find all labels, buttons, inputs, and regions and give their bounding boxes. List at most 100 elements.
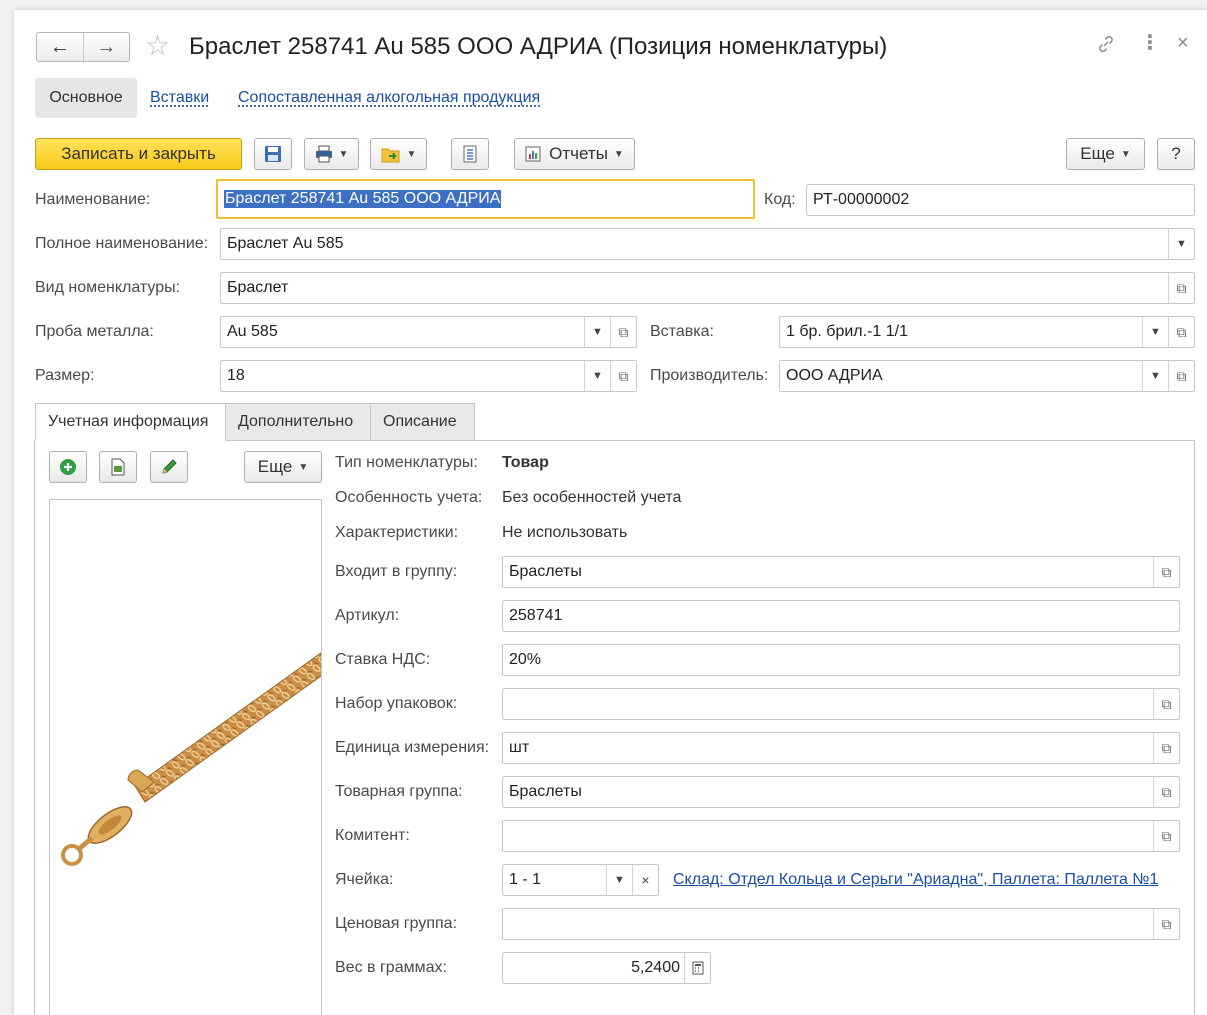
open-icon[interactable]: ⧉ (1168, 317, 1194, 347)
link-icon[interactable] (1096, 34, 1116, 60)
group-label: Входит в группу: (335, 563, 458, 580)
reports-label: Отчеты (549, 144, 608, 163)
close-icon[interactable]: × (1177, 32, 1189, 55)
accounting-value: Без особенностей учета (502, 489, 682, 506)
open-icon[interactable]: ⧉ (1153, 821, 1179, 851)
maker-value: ООО АДРИА (786, 367, 883, 384)
insert-field[interactable]: 1 бр. брил.-1 1/1 ▼ ⧉ (779, 316, 1195, 348)
name-value: Браслет 258741 Au 585 ООО АДРИА (224, 190, 502, 208)
window-title: Браслет 258741 Au 585 ООО АДРИА (Позиция… (189, 33, 888, 60)
dropdown-icon[interactable]: ▼ (1142, 317, 1168, 347)
open-icon[interactable]: ⧉ (1153, 557, 1179, 587)
size-field[interactable]: 18 ▼ ⧉ (220, 360, 637, 392)
create-based-on-button[interactable]: ▼ (370, 138, 427, 170)
clear-icon[interactable]: × (632, 865, 658, 895)
tab-additional[interactable]: Дополнительно (225, 403, 371, 441)
dropdown-icon[interactable]: ▼ (1142, 361, 1168, 391)
packs-field[interactable]: ⧉ (502, 688, 1180, 720)
dropdown-icon[interactable]: ▼ (584, 361, 610, 391)
forward-button[interactable]: → (84, 33, 130, 61)
edit-image-button[interactable] (150, 451, 188, 483)
cell-field[interactable]: 1 - 1 ▼ × (502, 864, 659, 896)
article-value: 258741 (509, 607, 563, 624)
goods-group-value: Браслеты (509, 783, 582, 800)
report-icon (525, 146, 541, 162)
name-field[interactable]: Браслет 258741 Au 585 ООО АДРИА (216, 179, 755, 219)
group-field[interactable]: Браслеты ⧉ (502, 556, 1180, 588)
item-form-window: ← → ☆ Браслет 258741 Au 585 ООО АДРИА (П… (14, 10, 1207, 1015)
section-alcohol[interactable]: Сопоставленная алкогольная продукция (238, 78, 540, 118)
pencil-icon (162, 459, 177, 474)
add-icon (60, 459, 76, 475)
group-value: Браслеты (509, 563, 582, 580)
tab-accounting-info[interactable]: Учетная информация (35, 403, 226, 441)
probe-label: Проба металла: (35, 323, 154, 340)
goods-group-field[interactable]: Браслеты ⧉ (502, 776, 1180, 808)
open-icon[interactable]: ⧉ (1153, 777, 1179, 807)
probe-value: Au 585 (227, 323, 278, 340)
chars-value: Не использовать (502, 524, 628, 541)
maker-field[interactable]: ООО АДРИА ▼ ⧉ (779, 360, 1195, 392)
open-icon[interactable]: ⧉ (610, 361, 636, 391)
open-icon[interactable]: ⧉ (1153, 689, 1179, 719)
section-main[interactable]: Основное (35, 78, 137, 118)
document-list-icon[interactable] (451, 138, 489, 170)
tab-description[interactable]: Описание (370, 403, 475, 441)
price-group-field[interactable]: ⧉ (502, 908, 1180, 940)
vat-field[interactable]: 20% (502, 644, 1180, 676)
fullname-field[interactable]: Браслет Au 585 ▼ (220, 228, 1195, 260)
open-icon[interactable]: ⧉ (610, 317, 636, 347)
more-vertical-icon[interactable]: ⋮ (1140, 30, 1160, 55)
image-more-label: Еще (257, 457, 293, 476)
section-inserts[interactable]: Вставки (150, 78, 209, 118)
unit-field[interactable]: шт ⧉ (502, 732, 1180, 764)
reports-button[interactable]: Отчеты ▼ (514, 138, 635, 170)
consignor-field[interactable]: ⧉ (502, 820, 1180, 852)
select-image-button[interactable] (99, 451, 137, 483)
save-and-close-button[interactable]: Записать и закрыть (35, 138, 242, 170)
article-label: Артикул: (335, 607, 400, 624)
back-button[interactable]: ← (37, 33, 84, 61)
code-value: РТ-00000002 (813, 191, 910, 208)
dropdown-icon[interactable]: ▼ (606, 865, 632, 895)
open-icon[interactable]: ⧉ (1153, 909, 1179, 939)
open-icon[interactable]: ⧉ (1153, 733, 1179, 763)
type-value: Товар (502, 454, 549, 471)
unit-value: шт (509, 739, 530, 756)
print-button[interactable]: ▼ (304, 138, 359, 170)
dropdown-icon[interactable]: ▼ (1168, 229, 1194, 259)
probe-field[interactable]: Au 585 ▼ ⧉ (220, 316, 637, 348)
bracelet-image (61, 652, 321, 866)
image-more-button[interactable]: Еще ▼ (244, 451, 322, 483)
kind-field[interactable]: Браслет ⧉ (220, 272, 1195, 304)
article-field[interactable]: 258741 (502, 600, 1180, 632)
cell-location-link[interactable]: Склад: Отдел Кольца и Серьги "Ариадна", … (673, 871, 1158, 889)
more-label: Еще (1080, 144, 1115, 163)
consignor-label: Комитент: (335, 827, 410, 844)
open-icon[interactable]: ⧉ (1168, 273, 1194, 303)
add-image-button[interactable] (49, 451, 87, 483)
dropdown-icon[interactable]: ▼ (584, 317, 610, 347)
accounting-label: Особенность учета: (335, 489, 483, 506)
more-button[interactable]: Еще ▼ (1066, 138, 1145, 170)
size-label: Размер: (35, 367, 95, 384)
fullname-label: Полное наименование: (35, 235, 209, 252)
calculator-icon[interactable] (684, 953, 710, 983)
vat-label: Ставка НДС: (335, 651, 431, 668)
goods-group-label: Товарная группа: (335, 783, 463, 800)
insert-label: Вставка: (650, 323, 714, 340)
code-field[interactable]: РТ-00000002 (806, 184, 1195, 216)
weight-field[interactable]: 5,2400 (502, 952, 711, 984)
kind-value: Браслет (227, 279, 289, 296)
favorite-star-icon[interactable]: ☆ (145, 30, 170, 62)
vat-value: 20% (509, 651, 542, 668)
cell-label: Ячейка: (335, 871, 394, 888)
print-icon (315, 145, 332, 163)
type-label: Тип номенклатуры: (335, 454, 478, 471)
packs-label: Набор упаковок: (335, 695, 458, 712)
open-icon[interactable]: ⧉ (1168, 361, 1194, 391)
save-icon[interactable] (254, 138, 292, 170)
chars-label: Характеристики: (335, 524, 459, 541)
help-button[interactable]: ? (1157, 138, 1195, 170)
history-nav: ← → (36, 32, 130, 62)
